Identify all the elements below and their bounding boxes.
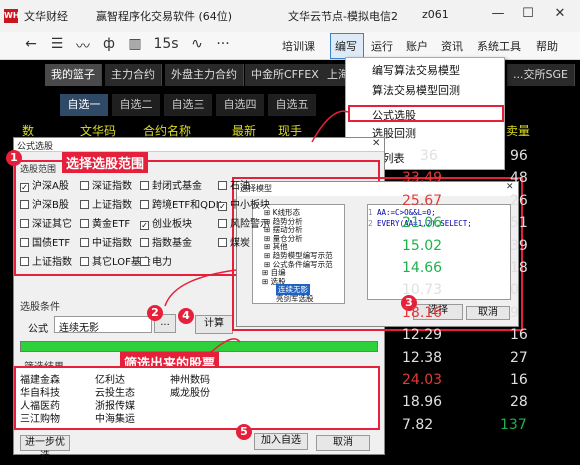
model-tree-item[interactable]: 亮剑军选股 [276, 293, 314, 304]
range-checkbox[interactable]: ✓ 沪深A股 [20, 177, 69, 192]
quote-ask-volume: 0 [510, 282, 519, 299]
quote-last-price: 12.29 [402, 327, 443, 344]
checkbox-box[interactable] [80, 200, 89, 209]
result-stock[interactable]: 中海集运 [95, 410, 135, 425]
range-checkbox[interactable]: 封闭式基金 [140, 177, 202, 192]
checkbox-label: 跨境ETF和QDII [152, 200, 222, 211]
checkbox-label: 创业板块 [152, 219, 192, 230]
range-checkbox[interactable]: 石油 [218, 177, 250, 192]
range-checkbox[interactable]: 黄金ETF [80, 215, 130, 230]
checkbox-box[interactable] [20, 200, 29, 209]
checkbox-label: 沪深A股 [32, 181, 69, 192]
checkbox-box[interactable] [20, 257, 29, 266]
checkbox-box[interactable] [80, 257, 89, 266]
quote-ask-volume: 27 [510, 349, 528, 366]
range-checkbox[interactable]: 上证指数 [20, 253, 72, 268]
checkbox-box[interactable] [80, 219, 89, 228]
checkbox-label: 中证指数 [92, 238, 132, 249]
checkbox-box[interactable] [80, 181, 89, 190]
quote-last-price: 33.49 [402, 170, 443, 187]
quote-ask-volume: 18 [510, 260, 528, 276]
checkbox-box[interactable] [140, 200, 149, 209]
checkbox-label: 电力 [152, 257, 172, 268]
quote-last-price: 25.67 [402, 192, 443, 209]
checkbox-box[interactable] [140, 181, 149, 190]
checkbox-box[interactable] [218, 238, 227, 247]
range-checkbox[interactable]: ✓ 创业板块 [140, 215, 192, 230]
quote-last-price: 36 [420, 148, 438, 164]
checkbox-label: 黄金ETF [92, 219, 131, 230]
quote-last-price: 24.03 [402, 372, 443, 388]
range-checkbox[interactable]: 深证其它 [20, 215, 72, 230]
quote-ask-volume: 96 [510, 148, 528, 164]
quote-last-price: 7.82 [402, 416, 434, 433]
quote-ask-volume: 28 [510, 394, 528, 411]
quote-last-price: 14.66 [402, 260, 443, 276]
checkbox-box[interactable] [20, 219, 29, 228]
checkbox-label: 深证其它 [32, 219, 72, 230]
checkbox-box[interactable] [80, 238, 89, 247]
checkbox-box[interactable] [218, 219, 227, 228]
checkbox-box[interactable] [140, 238, 149, 247]
checkbox-label: 上证指数 [92, 200, 132, 211]
checkbox-label: 指数基金 [152, 238, 192, 249]
range-checkbox[interactable]: 沪深B股 [20, 196, 69, 211]
range-checkbox[interactable]: 风险警示 [218, 215, 270, 230]
result-stock[interactable]: 三江购物 [20, 410, 60, 425]
checkbox-label: 沪深B股 [32, 200, 69, 211]
checkbox-label: 国债ETF [32, 238, 71, 249]
checkbox-label: 上证指数 [32, 257, 72, 268]
quote-ask-volume: 51 [510, 215, 528, 232]
range-checkbox[interactable]: 电力 [140, 253, 172, 268]
range-checkbox[interactable]: 指数基金 [140, 234, 192, 249]
arrow-to-model [164, 269, 237, 307]
checkbox-box[interactable]: ✓ [218, 202, 227, 211]
checkbox-box[interactable] [20, 238, 29, 247]
quote-last-price: 15.02 [402, 237, 443, 254]
quote-ask-volume: 48 [510, 170, 528, 187]
range-checkbox[interactable]: 跨境ETF和QDII [140, 196, 222, 211]
quote-ask-volume: 9 [510, 304, 519, 321]
quote-ask-volume: 26 [510, 192, 528, 209]
checkbox-box[interactable] [218, 181, 227, 190]
quote-last-price: 12.38 [402, 349, 443, 366]
quote-ask-volume: 16 [510, 327, 528, 344]
quote-last-price: 21.06 [402, 215, 443, 232]
quote-ask-volume: 16 [510, 372, 528, 388]
range-checkbox[interactable]: ✓ 中小板块 [218, 196, 270, 211]
arrow-to-menu [311, 110, 349, 143]
quote-ask-volume: 137 [500, 416, 527, 433]
quote-last-price: 18.16 [402, 304, 443, 321]
quote-last-price: 18.96 [402, 394, 443, 411]
checkbox-label: 石油 [230, 181, 250, 192]
range-checkbox[interactable]: 上证指数 [80, 196, 132, 211]
range-checkbox[interactable]: 深证指数 [80, 177, 132, 192]
checkbox-box[interactable]: ✓ [140, 221, 149, 230]
arrow-to-results [209, 338, 241, 354]
checkbox-box[interactable] [140, 257, 149, 266]
result-stock[interactable]: 威龙股份 [170, 384, 210, 399]
range-checkbox[interactable]: 煤炭 [218, 234, 250, 249]
checkbox-box[interactable]: ✓ [20, 183, 29, 192]
range-checkbox[interactable]: 国债ETF [20, 234, 70, 249]
range-checkbox[interactable]: 中证指数 [80, 234, 132, 249]
checkbox-label: 深证指数 [92, 181, 132, 192]
quote-ask-volume: 39 [510, 237, 528, 254]
quote-last-price: 10.73 [402, 282, 443, 299]
checkbox-label: 封闭式基金 [152, 181, 202, 192]
checkbox-label: 煤炭 [230, 238, 250, 249]
